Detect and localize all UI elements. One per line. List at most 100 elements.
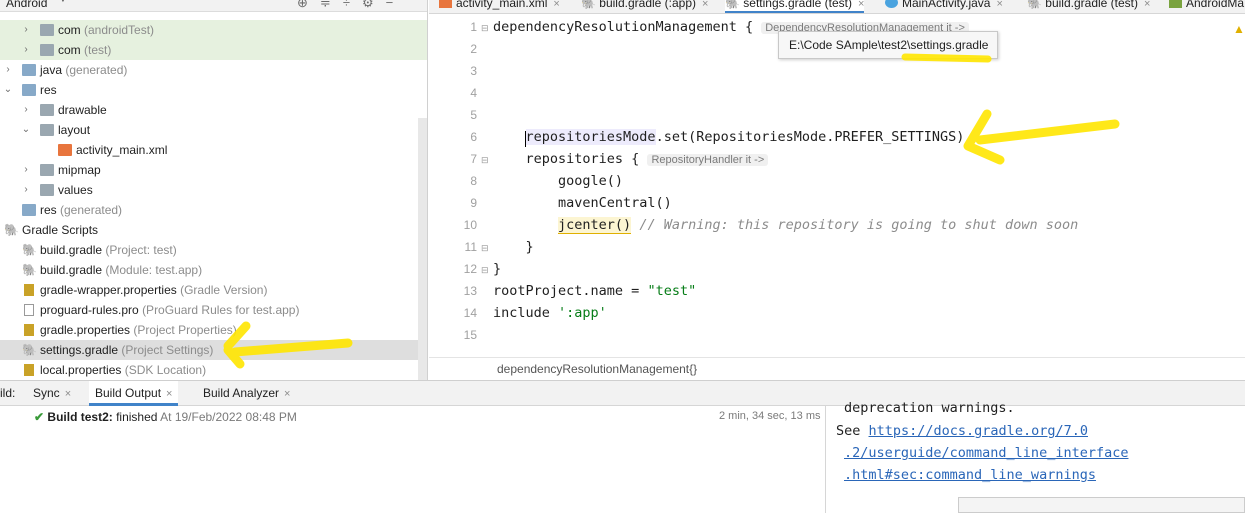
gradle-icon: 🐘 [725, 0, 740, 10]
xml-file-icon [439, 0, 452, 8]
tree-item-label: build.gradle [40, 243, 103, 257]
tab-build-gradle-app[interactable]: 🐘 build.gradle (:app) × [581, 0, 708, 13]
tree-item-gradle-properties[interactable]: gradle.properties (Project Properties) [0, 320, 427, 340]
expand-icon[interactable]: ÷ [343, 0, 350, 11]
locate-icon[interactable]: ⊕ [297, 0, 308, 11]
tree-item-gradle-wrapper-properties[interactable]: gradle-wrapper.properties (Gradle Versio… [0, 280, 427, 300]
chevron-right-icon[interactable]: › [2, 60, 14, 80]
project-panel-scrollbar[interactable] [418, 118, 427, 380]
generated-folder-icon [22, 204, 36, 216]
settings-icon[interactable]: ⚙ [362, 0, 374, 11]
folder-icon [40, 24, 54, 36]
build-status-time: At 19/Feb/2022 08:48 PM [160, 410, 297, 424]
tab-build-output[interactable]: Build Output × [89, 381, 179, 406]
fold-icon[interactable]: ⊟ [481, 265, 489, 276]
warning-icon[interactable]: ▲ [1233, 22, 1245, 36]
tree-item-mipmap[interactable]: › mipmap [0, 160, 427, 180]
line-number: 15 [463, 328, 477, 342]
tree-item-res-generated[interactable]: res (generated) [0, 200, 427, 220]
code-line-12: } [493, 261, 502, 277]
code-identifier: repositoriesMode [525, 129, 656, 145]
gradle-icon: 🐘 [581, 0, 596, 10]
tree-item-values[interactable]: › values [0, 180, 427, 200]
xml-file-icon [58, 144, 72, 156]
close-icon[interactable]: × [1144, 0, 1150, 10]
tab-sync[interactable]: Sync × [33, 386, 71, 400]
tree-item-java-generated[interactable]: › java (generated) [0, 60, 427, 80]
code-line-10: jcenter() // Warning: this repository is… [493, 217, 1078, 234]
java-class-icon [885, 0, 898, 8]
tree-item-layout[interactable]: ⌄ layout [0, 120, 427, 140]
tree-item-build-gradle-project[interactable]: 🐘 build.gradle (Project: test) [0, 240, 427, 260]
close-icon[interactable]: × [858, 0, 864, 10]
code-editor[interactable]: 1 2 3 4 5 6 7 8 9 10 11 12 13 14 15 ⊟ ⊟ … [429, 15, 1245, 357]
chevron-right-icon[interactable]: › [20, 160, 32, 180]
code-string: ':app' [558, 305, 607, 321]
tab-activity-main-xml[interactable]: activity_main.xml × [439, 0, 560, 13]
tree-item-sublabel: (generated) [65, 63, 128, 77]
tab-settings-gradle-test[interactable]: 🐘 settings.gradle (test) × [725, 0, 865, 13]
tree-item-label: res [40, 203, 57, 217]
chevron-down-icon[interactable]: ▼ [58, 0, 68, 5]
close-icon[interactable]: × [284, 388, 290, 400]
chevron-right-icon[interactable]: › [20, 20, 32, 40]
chevron-down-icon[interactable]: ⌄ [20, 120, 32, 140]
code-line-7: repositories { RepositoryHandler it -> [493, 151, 769, 167]
tab-label: AndroidMa [1186, 0, 1245, 10]
build-status-row[interactable]: ✔ Build test2: finished At 19/Feb/2022 0… [34, 410, 297, 424]
fold-icon[interactable]: ⊟ [481, 155, 489, 166]
chevron-down-icon[interactable]: ⌄ [2, 80, 14, 100]
fold-icon[interactable]: ⊟ [481, 23, 489, 34]
project-panel: Android ▼ ⊕ ≑ ÷ ⚙ − › com (androidTest) … [0, 0, 428, 380]
tree-item-sublabel: (generated) [60, 203, 123, 217]
close-icon[interactable]: × [996, 0, 1002, 10]
close-icon[interactable]: × [65, 388, 71, 400]
tab-label: Sync [33, 386, 60, 400]
build-duration: 2 min, 34 sec, 13 ms [719, 410, 821, 422]
tree-item-label: Gradle Scripts [22, 223, 99, 237]
line-number: 13 [463, 284, 477, 298]
tree-item-label: com [58, 43, 81, 57]
tree-item-proguard-rules[interactable]: proguard-rules.pro (ProGuard Rules for t… [0, 300, 427, 320]
hide-icon[interactable]: − [386, 0, 394, 11]
tree-item-sublabel: (Project Properties) [133, 323, 237, 337]
project-view-title[interactable]: Android [6, 0, 47, 10]
tree-item-settings-gradle[interactable]: 🐘 settings.gradle (Project Settings) [0, 340, 427, 360]
close-icon[interactable]: × [702, 0, 708, 10]
tree-item-local-properties[interactable]: local.properties (SDK Location) [0, 360, 427, 380]
editor-tab-bar: activity_main.xml × 🐘 build.gradle (:app)… [429, 0, 1245, 14]
tab-mainactivity-java[interactable]: MainActivity.java × [885, 0, 1003, 13]
chevron-right-icon[interactable]: › [20, 100, 32, 120]
chevron-right-icon[interactable]: › [20, 180, 32, 200]
tree-item-label: proguard-rules.pro [40, 303, 139, 317]
tree-item-gradle-scripts[interactable]: 🐘 Gradle Scripts [0, 220, 427, 240]
console-line: .html#sec:command_line_warnings [844, 467, 1096, 483]
fold-icon[interactable]: ⊟ [481, 243, 489, 254]
gradle-icon: 🐘 [22, 263, 37, 277]
docs-link[interactable]: .html#sec:command_line_warnings [844, 467, 1096, 483]
tree-item-activity-main-xml[interactable]: activity_main.xml [0, 140, 427, 160]
tree-item-sublabel: (androidTest) [84, 23, 155, 37]
line-number: 9 [470, 196, 477, 210]
tree-item-label: mipmap [58, 163, 101, 177]
folder-icon [40, 184, 54, 196]
tree-item-com-test[interactable]: › com (test) [0, 40, 427, 60]
close-icon[interactable]: × [553, 0, 559, 10]
notification-balloon[interactable] [958, 497, 1245, 513]
tree-item-com-androidtest[interactable]: › com (androidTest) [0, 20, 427, 40]
collapse-icon[interactable]: ≑ [320, 0, 331, 11]
tree-item-build-gradle-module[interactable]: 🐘 build.gradle (Module: test.app) [0, 260, 427, 280]
close-icon[interactable]: × [166, 388, 172, 400]
tab-build-gradle-test[interactable]: 🐘 build.gradle (test) × [1027, 0, 1150, 13]
breadcrumb-item[interactable]: dependencyResolutionManagement{} [497, 362, 697, 376]
code-string: "test" [647, 283, 697, 299]
tab-androidmanifest[interactable]: AndroidMa [1169, 0, 1245, 13]
tab-label: build.gradle (:app) [599, 0, 697, 10]
docs-link[interactable]: .2/userguide/command_line_interface [844, 445, 1128, 461]
line-number: 6 [470, 130, 477, 144]
tree-item-drawable[interactable]: › drawable [0, 100, 427, 120]
docs-link[interactable]: https://docs.gradle.org/7.0 [869, 423, 1088, 439]
tab-build-analyzer[interactable]: Build Analyzer × [203, 386, 290, 400]
tree-item-res[interactable]: ⌄ res [0, 80, 427, 100]
chevron-right-icon[interactable]: › [20, 40, 32, 60]
